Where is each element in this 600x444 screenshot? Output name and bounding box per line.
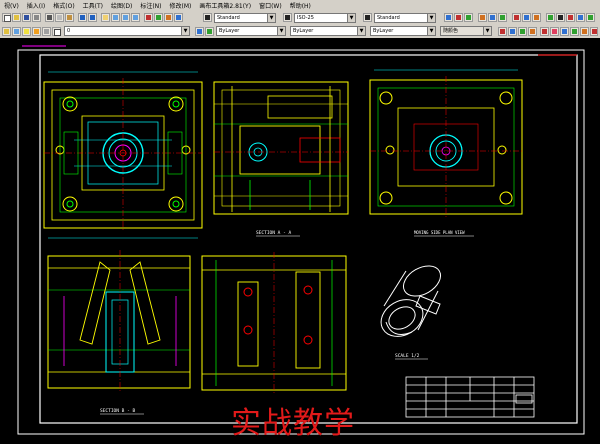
lineweight-select[interactable]: ByLayer ▼	[370, 26, 436, 36]
pan-icon[interactable]	[101, 13, 110, 22]
layer-select[interactable]: 0 ▼	[64, 26, 190, 36]
text-style-select[interactable]: Standard ▼	[214, 13, 276, 23]
table-style-select[interactable]: Standard ▼	[374, 13, 436, 23]
rotate-icon[interactable]	[570, 27, 579, 36]
block-icon[interactable]	[454, 13, 463, 22]
dim-style-value: ISO-25	[297, 15, 314, 21]
line-icon[interactable]	[508, 27, 517, 36]
dimension-icon[interactable]	[566, 13, 575, 22]
zoom-icon[interactable]	[111, 13, 120, 22]
table-style-icon	[363, 13, 372, 22]
circle-icon[interactable]	[498, 27, 507, 36]
standard-toolbar: Standard ▼ ISO-25 ▼ Standard ▼	[0, 11, 600, 26]
arc-icon[interactable]	[518, 27, 527, 36]
menu-dimension[interactable]: 标注(N)	[136, 1, 165, 10]
sun-icon[interactable]	[32, 27, 41, 36]
linetype-select[interactable]: ByLayer ▼	[290, 26, 366, 36]
measure-icon[interactable]	[546, 13, 555, 22]
chevron-down-icon: ▼	[483, 27, 491, 35]
scale-label: SCALE 1/2	[395, 353, 420, 359]
moving-half-label: MOVING SIDE PLAN VIEW	[414, 230, 465, 235]
text-style-icon	[203, 13, 212, 22]
layout-icon[interactable]	[444, 13, 453, 22]
array-icon[interactable]	[478, 13, 487, 22]
menu-canvas-toolbox[interactable]: 画布工具箱2.81(Y)	[195, 1, 255, 10]
menu-view[interactable]: 视(V)	[0, 1, 23, 10]
menu-help[interactable]: 帮助(H)	[286, 1, 315, 10]
chevron-down-icon: ▼	[427, 27, 435, 35]
chevron-down-icon: ▼	[357, 27, 365, 35]
redo-icon[interactable]	[88, 13, 97, 22]
move-icon[interactable]	[560, 27, 569, 36]
linetype-value: ByLayer	[293, 28, 314, 34]
plotstyle-value: 随颜色	[443, 28, 459, 34]
color-square-icon[interactable]	[52, 27, 61, 36]
layer-previous-icon[interactable]	[205, 27, 214, 36]
print-icon[interactable]	[32, 13, 41, 22]
menu-tools[interactable]: 工具(T)	[79, 1, 107, 10]
explode-icon[interactable]	[590, 27, 598, 36]
drawing-canvas[interactable]: SECTION A - A MOVING SIDE PLAN VIEW SECT…	[0, 38, 600, 444]
tool-palette-icon[interactable]	[164, 13, 173, 22]
color-select[interactable]: ByLayer ▼	[216, 26, 286, 36]
chevron-down-icon: ▼	[267, 14, 275, 22]
mirror-icon[interactable]	[488, 13, 497, 22]
scale-icon[interactable]	[580, 27, 589, 36]
design-center-icon[interactable]	[154, 13, 163, 22]
plotstyle-select[interactable]: 随颜色 ▼	[440, 26, 492, 36]
properties-icon[interactable]	[144, 13, 153, 22]
text-icon[interactable]	[556, 13, 565, 22]
new-file-icon[interactable]	[2, 13, 11, 22]
copy-icon[interactable]	[55, 13, 64, 22]
chevron-down-icon: ▼	[181, 27, 189, 35]
paste-icon[interactable]	[65, 13, 74, 22]
polyline-icon[interactable]	[540, 27, 549, 36]
lightbulb-icon[interactable]	[22, 27, 31, 36]
lock-icon[interactable]	[42, 27, 51, 36]
layer-manager-icon[interactable]	[2, 27, 11, 36]
open-folder-icon[interactable]	[12, 13, 21, 22]
help-icon[interactable]	[174, 13, 183, 22]
erase-icon[interactable]	[550, 27, 559, 36]
watermark-text: 实战教学	[231, 406, 355, 441]
table-style-value: Standard	[377, 15, 400, 21]
dim-style-select[interactable]: ISO-25 ▼	[294, 13, 356, 23]
menu-insert[interactable]: 插入(I)	[23, 1, 49, 10]
zoom-previous-icon[interactable]	[131, 13, 140, 22]
chevron-down-icon: ▼	[347, 14, 355, 22]
cut-icon[interactable]	[45, 13, 54, 22]
menu-draw[interactable]: 绘图(D)	[107, 1, 136, 10]
lineweight-value: ByLayer	[373, 28, 394, 34]
text-style-value: Standard	[217, 15, 240, 21]
chevron-down-icon: ▼	[277, 27, 285, 35]
tolerance-icon[interactable]	[586, 13, 595, 22]
layer-value: 0	[67, 28, 71, 34]
leader-icon[interactable]	[576, 13, 585, 22]
trim-icon[interactable]	[512, 13, 521, 22]
save-icon[interactable]	[22, 13, 31, 22]
menu-window[interactable]: 窗口(W)	[255, 1, 286, 10]
extend-icon[interactable]	[522, 13, 531, 22]
section-b-label: SECTION B - B	[100, 408, 136, 414]
undo-icon[interactable]	[78, 13, 87, 22]
fillet-icon[interactable]	[532, 13, 541, 22]
layer-state-icon[interactable]	[12, 27, 21, 36]
properties-toolbar: 0 ▼ ByLayer ▼ ByLayer ▼ ByLayer ▼ 随颜色 ▼	[0, 25, 600, 39]
chevron-down-icon: ▼	[427, 14, 435, 22]
rectangle-icon[interactable]	[528, 27, 537, 36]
offset-icon[interactable]	[498, 13, 507, 22]
hatch-icon[interactable]	[464, 13, 473, 22]
dim-style-icon	[283, 13, 292, 22]
menu-modify[interactable]: 修改(M)	[166, 1, 196, 10]
menu-format[interactable]: 格式(O)	[49, 1, 78, 10]
section-a-label: SECTION A - A	[256, 230, 292, 236]
color-value: ByLayer	[219, 28, 240, 34]
zoom-window-icon[interactable]	[121, 13, 130, 22]
make-current-icon[interactable]	[195, 27, 204, 36]
